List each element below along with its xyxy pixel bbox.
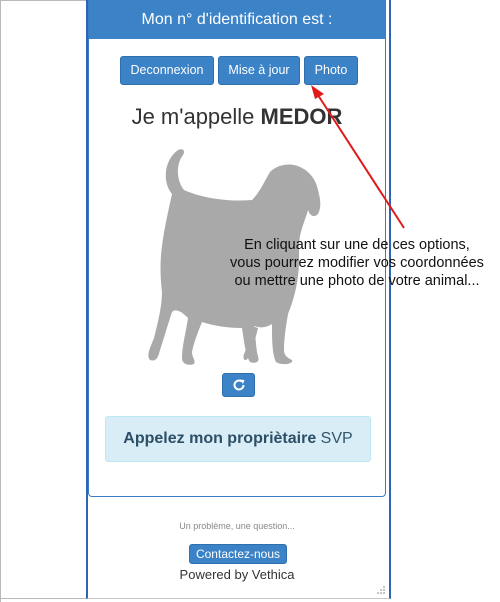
resize-grip-icon[interactable]: [376, 585, 386, 595]
powered-by: Powered by Vethica: [179, 567, 295, 582]
alert-rest-text: SVP: [320, 430, 353, 447]
refresh-button[interactable]: [222, 373, 255, 397]
update-button[interactable]: Mise à jour: [218, 56, 300, 85]
photo-button[interactable]: Photo: [304, 56, 358, 85]
annotation-text: En cliquant sur une de ces options, vous…: [216, 236, 498, 290]
alert-bold-text: Appelez mon propriètaire: [123, 430, 317, 447]
pet-name-intro: Je m'appelle: [131, 104, 255, 129]
footer-note: Un problème, une question...: [179, 521, 295, 531]
pet-name: MEDOR: [260, 104, 343, 129]
pet-name-line: Je m'appelle MEDOR: [89, 104, 385, 130]
logout-button[interactable]: Deconnexion: [120, 56, 214, 85]
contact-button[interactable]: Contactez-nous: [189, 544, 287, 564]
outer-left-border: [0, 0, 1, 602]
refresh-icon: [233, 379, 245, 391]
call-owner-alert: Appelez mon propriètaire SVP: [105, 416, 371, 462]
annotation-line: ou mettre une photo de votre animal...: [234, 273, 480, 289]
annotation-line: vous pourrez modifier vos coordonnées: [230, 255, 484, 271]
outer-top-border: [0, 0, 88, 1]
card-header: Mon n° d'identification est :: [89, 0, 385, 39]
annotation-line: En cliquant sur une de ces options,: [244, 237, 470, 253]
